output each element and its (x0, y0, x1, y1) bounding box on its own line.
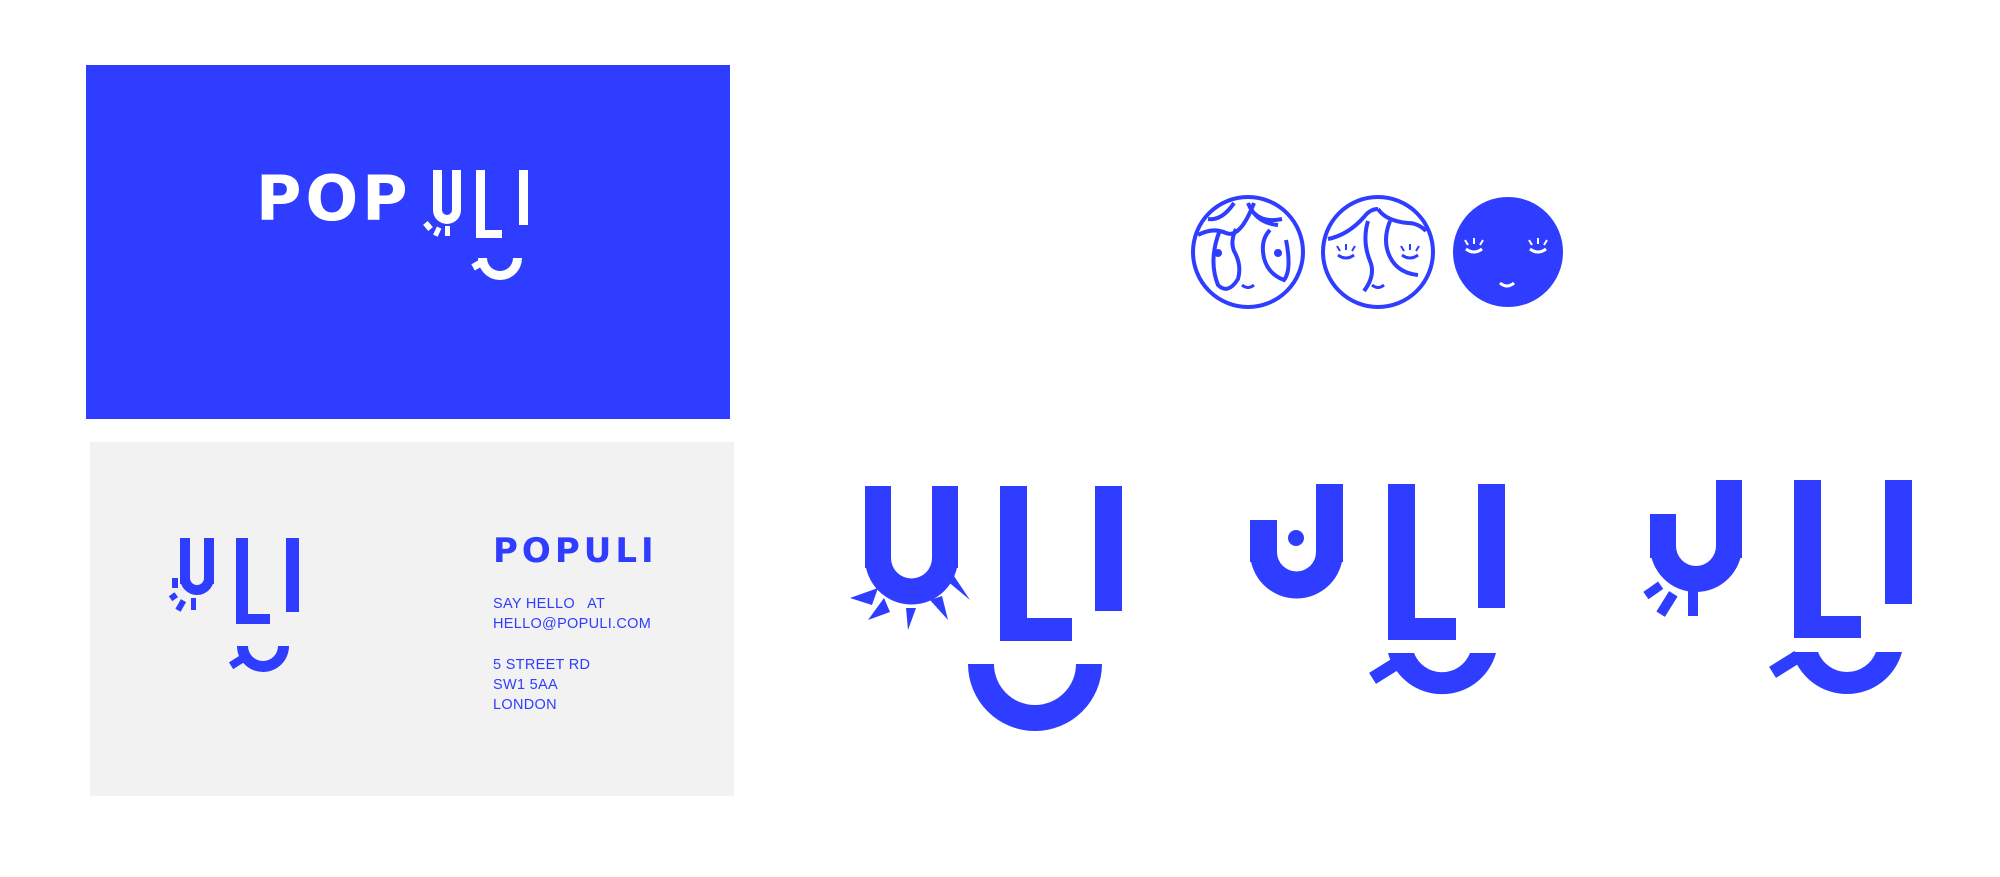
address-line-1: 5 STREET RD (493, 657, 591, 673)
face-open-eyes-icon (1191, 195, 1305, 309)
face-solid-wink-icon (1453, 197, 1563, 307)
uli-splash-variant (1643, 480, 1912, 695)
card-back-name: POPULI (493, 531, 658, 571)
uli-sun-variant (850, 486, 1122, 731)
face-icons-row (1191, 195, 1563, 309)
uli-logo-white (423, 170, 528, 280)
wordmark-pop: POP (256, 162, 412, 235)
uli-dot-variant (1250, 484, 1505, 695)
contact-heading: SAY HELLO AT (493, 596, 606, 612)
address-line-2: SW1 5AA (493, 677, 558, 693)
business-card-back: POPULI SAY HELLO AT HELLO@POPULI.COM 5 S… (90, 442, 734, 796)
face-lashes-icon (1321, 195, 1435, 309)
email-text: HELLO@POPULI.COM (493, 616, 652, 632)
address-line-3: LONDON (493, 697, 557, 713)
business-card-front: POP (86, 65, 730, 419)
uli-logo-blue (168, 538, 299, 672)
